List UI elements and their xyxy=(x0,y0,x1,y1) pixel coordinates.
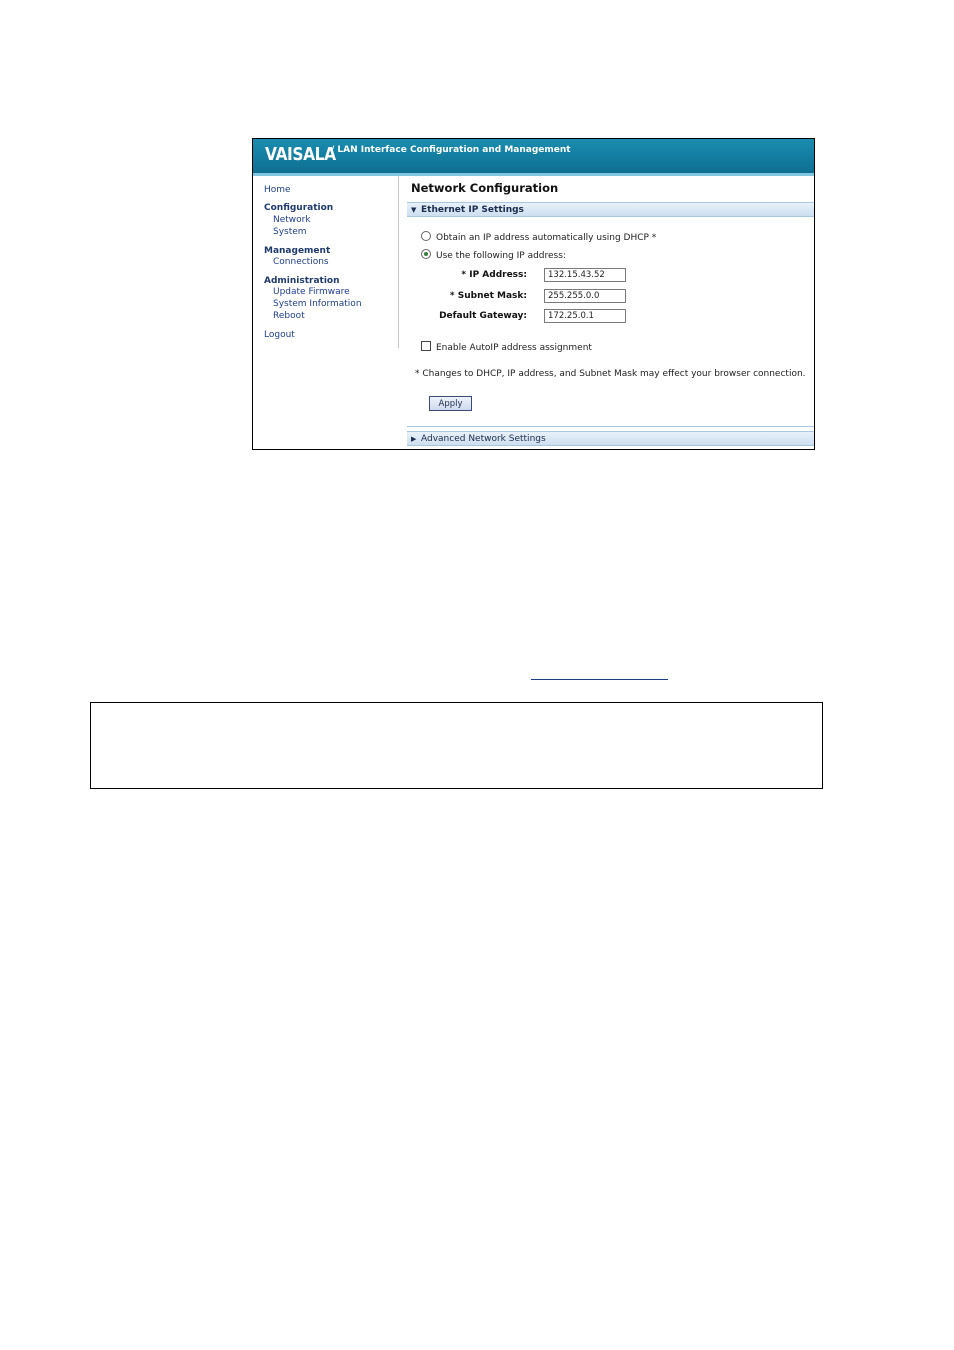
ip-address-input[interactable] xyxy=(544,268,626,282)
sidebar-item-home[interactable]: Home xyxy=(264,185,291,195)
ethernet-section-header[interactable]: ▼ Ethernet IP Settings xyxy=(407,202,814,217)
subnet-mask-input[interactable] xyxy=(544,289,626,303)
app-title: / LAN Interface Configuration and Manage… xyxy=(331,145,571,155)
sidebar-item-system-information[interactable]: System Information xyxy=(273,299,362,309)
sidebar-nav: Home Configuration Network System Manage… xyxy=(253,176,399,348)
advanced-section-label: Advanced Network Settings xyxy=(421,434,546,444)
autoip-checkbox[interactable] xyxy=(421,341,431,351)
sidebar-item-update-firmware[interactable]: Update Firmware xyxy=(273,287,350,297)
default-gateway-label: Default Gateway: xyxy=(439,311,527,321)
dhcp-option-row[interactable]: Obtain an IP address automatically using… xyxy=(421,231,656,243)
sidebar-heading-administration: Administration xyxy=(264,276,340,286)
autoip-option-row[interactable]: Enable AutoIP address assignment xyxy=(421,341,592,353)
ethernet-section-label: Ethernet IP Settings xyxy=(421,205,524,215)
dhcp-option-label: Obtain an IP address automatically using… xyxy=(436,233,657,243)
sidebar-item-network[interactable]: Network xyxy=(273,215,311,225)
section-divider xyxy=(407,426,814,427)
sidebar-heading-management: Management xyxy=(264,246,331,256)
static-option-row[interactable]: Use the following IP address: xyxy=(421,249,566,261)
page-title: Network Configuration xyxy=(411,181,559,195)
collapsed-triangle-icon: ▶ xyxy=(411,435,417,443)
dhcp-radio[interactable] xyxy=(421,231,431,241)
apply-button[interactable]: Apply xyxy=(429,396,472,411)
sidebar-item-connections[interactable]: Connections xyxy=(273,257,329,267)
header-banner: VAISALA / LAN Interface Configuration an… xyxy=(253,139,814,176)
web-ui-screenshot: VAISALA / LAN Interface Configuration an… xyxy=(252,138,815,450)
static-ip-radio[interactable] xyxy=(421,249,431,259)
default-gateway-input[interactable] xyxy=(544,309,626,323)
ip-address-label: * IP Address: xyxy=(461,270,527,280)
hyperlink-underline[interactable] xyxy=(531,679,668,680)
autoip-label: Enable AutoIP address assignment xyxy=(436,343,592,353)
note-box xyxy=(90,702,823,789)
sidebar-heading-configuration: Configuration xyxy=(264,203,334,213)
expanded-triangle-icon: ▼ xyxy=(411,206,417,214)
sidebar-item-logout[interactable]: Logout xyxy=(264,330,295,340)
advanced-section-header[interactable]: ▶ Advanced Network Settings xyxy=(407,431,814,446)
sidebar-item-system[interactable]: System xyxy=(273,227,307,237)
connection-warning-note: * Changes to DHCP, IP address, and Subne… xyxy=(415,369,806,379)
vaisala-logo: VAISALA xyxy=(265,144,336,165)
main-content: Network Configuration ▼ Ethernet IP Setti… xyxy=(407,176,814,449)
sidebar-item-reboot[interactable]: Reboot xyxy=(273,311,305,321)
static-option-label: Use the following IP address: xyxy=(436,251,566,261)
subnet-mask-label: * Subnet Mask: xyxy=(449,291,527,301)
